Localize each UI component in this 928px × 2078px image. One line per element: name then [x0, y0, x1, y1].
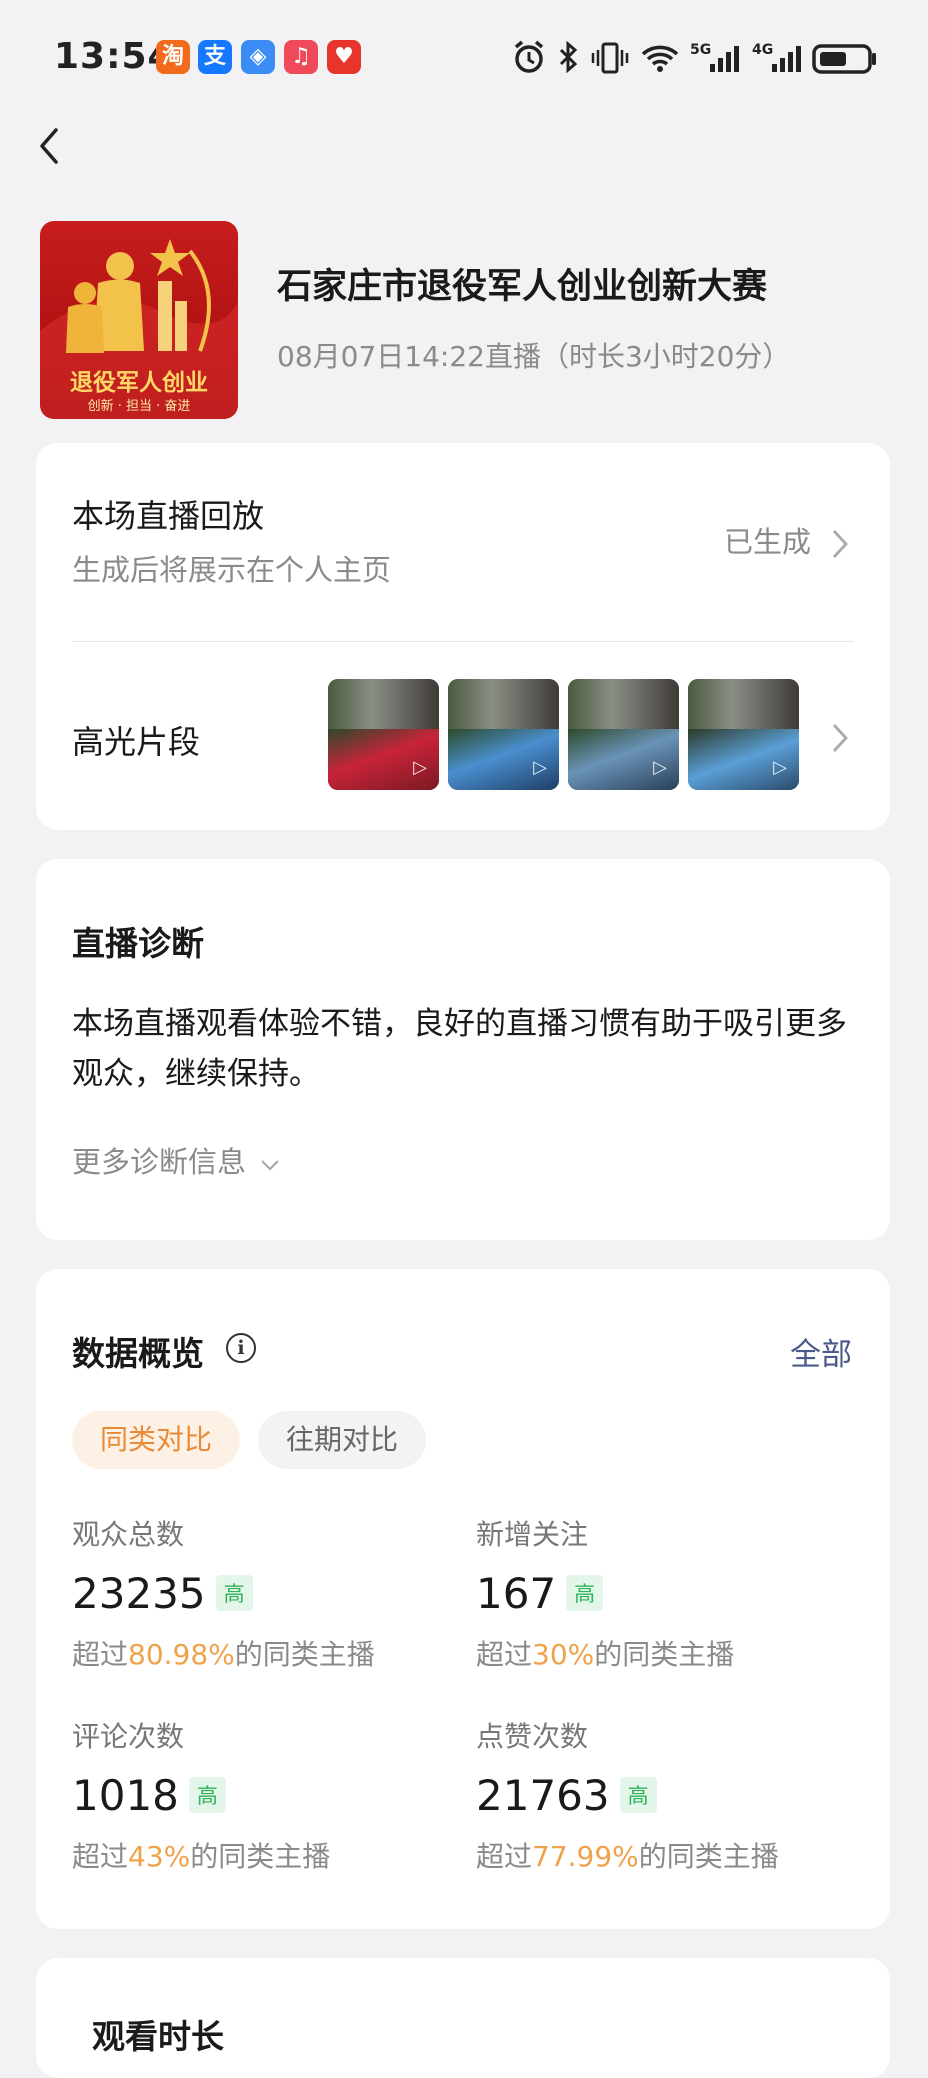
more-diagnosis-link[interactable]: 更多诊断信息 — [72, 1139, 281, 1181]
chevron-left-icon — [40, 128, 58, 164]
watch-duration-title: 观看时长 — [92, 2017, 224, 2056]
diagnosis-text: 本场直播观看体验不错，良好的直播习惯有助于吸引更多观众，继续保持。 — [72, 1006, 847, 1092]
live-cover-image: 退役军人创业 创新 · 担当 · 奋进 — [40, 221, 238, 419]
cover-title: 退役军人创业 — [70, 370, 208, 396]
overview-title: 数据概览 — [72, 1334, 204, 1373]
watch-duration-card: 观看时长 — [36, 1958, 890, 2078]
cmp-suffix: 的同类主播 — [594, 1638, 735, 1671]
cmp-suffix: 的同类主播 — [234, 1638, 375, 1671]
tab-history-compare[interactable]: 往期对比 — [258, 1411, 427, 1469]
signal-4g-icon: 4G — [750, 38, 806, 78]
vibrate-icon — [590, 38, 630, 78]
cmp-pct: 80.98% — [128, 1638, 235, 1671]
highlight-thumb[interactable]: ▷ — [568, 679, 679, 790]
level-badge: 高 — [566, 1575, 604, 1611]
data-overview-card: 数据概览 i 全部 同类对比 往期对比 观众总数 23235 高 超过80.98… — [36, 1269, 890, 1929]
level-badge: 高 — [619, 1777, 657, 1813]
stat-value: 167 — [476, 1568, 557, 1618]
highlight-thumb[interactable]: ▷ — [328, 679, 439, 790]
level-badge: 高 — [188, 1777, 226, 1813]
chevron-down-icon — [261, 1160, 280, 1171]
diagnosis-card: 直播诊断 本场直播观看体验不错，良好的直播习惯有助于吸引更多观众，继续保持。 更… — [36, 859, 890, 1240]
stat-likes: 点赞次数 21763 高 超过77.99%的同类主播 — [476, 1715, 856, 1875]
back-button[interactable] — [30, 120, 90, 180]
replay-subtitle: 生成后将展示在个人主页 — [72, 553, 392, 587]
signal-5g-icon: 5G — [688, 38, 744, 78]
cmp-pct: 43% — [128, 1840, 191, 1873]
divider — [72, 641, 854, 642]
stat-value: 21763 — [476, 1770, 610, 1820]
stat-label: 新增关注 — [476, 1518, 589, 1551]
tab-peer-compare[interactable]: 同类对比 — [72, 1411, 241, 1469]
replay-title: 本场直播回放 — [72, 497, 265, 535]
live-title: 石家庄市退役军人创业创新大赛 — [277, 267, 768, 307]
cmp-prefix: 超过 — [476, 1638, 533, 1671]
cmp-pct: 77.99% — [532, 1840, 639, 1873]
shield-app-icon: ◈ — [241, 40, 275, 74]
level-badge: 高 — [215, 1575, 253, 1611]
stat-label: 评论次数 — [72, 1720, 185, 1753]
play-icon: ▷ — [773, 757, 787, 778]
cmp-prefix: 超过 — [476, 1840, 533, 1873]
cmp-suffix: 的同类主播 — [638, 1840, 779, 1873]
alipay-icon: 支 — [198, 40, 232, 74]
play-icon: ▷ — [533, 757, 547, 778]
highlights-title: 高光片段 — [72, 723, 201, 761]
alarm-icon — [512, 38, 546, 78]
cmp-pct: 30% — [532, 1638, 595, 1671]
info-icon[interactable]: i — [226, 1333, 256, 1363]
play-icon: ▷ — [413, 757, 427, 778]
highlights-row[interactable]: 高光片段 ▷ ▷ ▷ ▷ — [36, 643, 890, 830]
replay-card: 本场直播回放 生成后将展示在个人主页 已生成 高光片段 ▷ ▷ ▷ ▷ — [36, 443, 890, 830]
chevron-right-icon — [832, 724, 848, 752]
battery-icon — [812, 38, 878, 78]
svg-text:4G: 4G — [752, 42, 773, 58]
bluetooth-icon — [556, 38, 580, 78]
cmp-suffix: 的同类主播 — [190, 1840, 331, 1873]
more-diagnosis-label: 更多诊断信息 — [72, 1145, 247, 1179]
highlight-thumb[interactable]: ▷ — [688, 679, 799, 790]
stat-label: 观众总数 — [72, 1518, 185, 1551]
stat-value: 1018 — [72, 1770, 179, 1820]
taobao-icon: 淘 — [156, 40, 190, 74]
status-bar: 13:54 淘 支 ◈ ♫ ♥ 5G 4G — [0, 0, 928, 115]
stat-new-follows: 新增关注 167 高 超过30%的同类主播 — [476, 1513, 856, 1673]
wifi-icon — [640, 38, 680, 78]
cover-subtitle: 创新 · 担当 · 奋进 — [87, 399, 191, 414]
music-icon: ♫ — [284, 40, 318, 74]
play-icon: ▷ — [653, 757, 667, 778]
cmp-prefix: 超过 — [72, 1638, 129, 1671]
stat-comments: 评论次数 1018 高 超过43%的同类主播 — [72, 1715, 452, 1875]
heart-app-icon: ♥ — [327, 40, 361, 74]
view-all-link[interactable]: 全部 — [790, 1329, 852, 1374]
live-meta: 08月07日14:22直播（时长3小时20分） — [277, 340, 791, 373]
cmp-prefix: 超过 — [72, 1840, 129, 1873]
stat-value: 23235 — [72, 1568, 206, 1618]
stat-label: 点赞次数 — [476, 1720, 589, 1753]
stat-viewers: 观众总数 23235 高 超过80.98%的同类主播 — [72, 1513, 452, 1673]
replay-status: 已生成 — [724, 525, 812, 559]
highlight-thumb[interactable]: ▷ — [448, 679, 559, 790]
svg-text:5G: 5G — [690, 42, 711, 58]
replay-row[interactable]: 本场直播回放 生成后将展示在个人主页 已生成 — [36, 443, 890, 643]
diagnosis-title: 直播诊断 — [72, 924, 204, 963]
chevron-right-icon — [832, 530, 848, 558]
